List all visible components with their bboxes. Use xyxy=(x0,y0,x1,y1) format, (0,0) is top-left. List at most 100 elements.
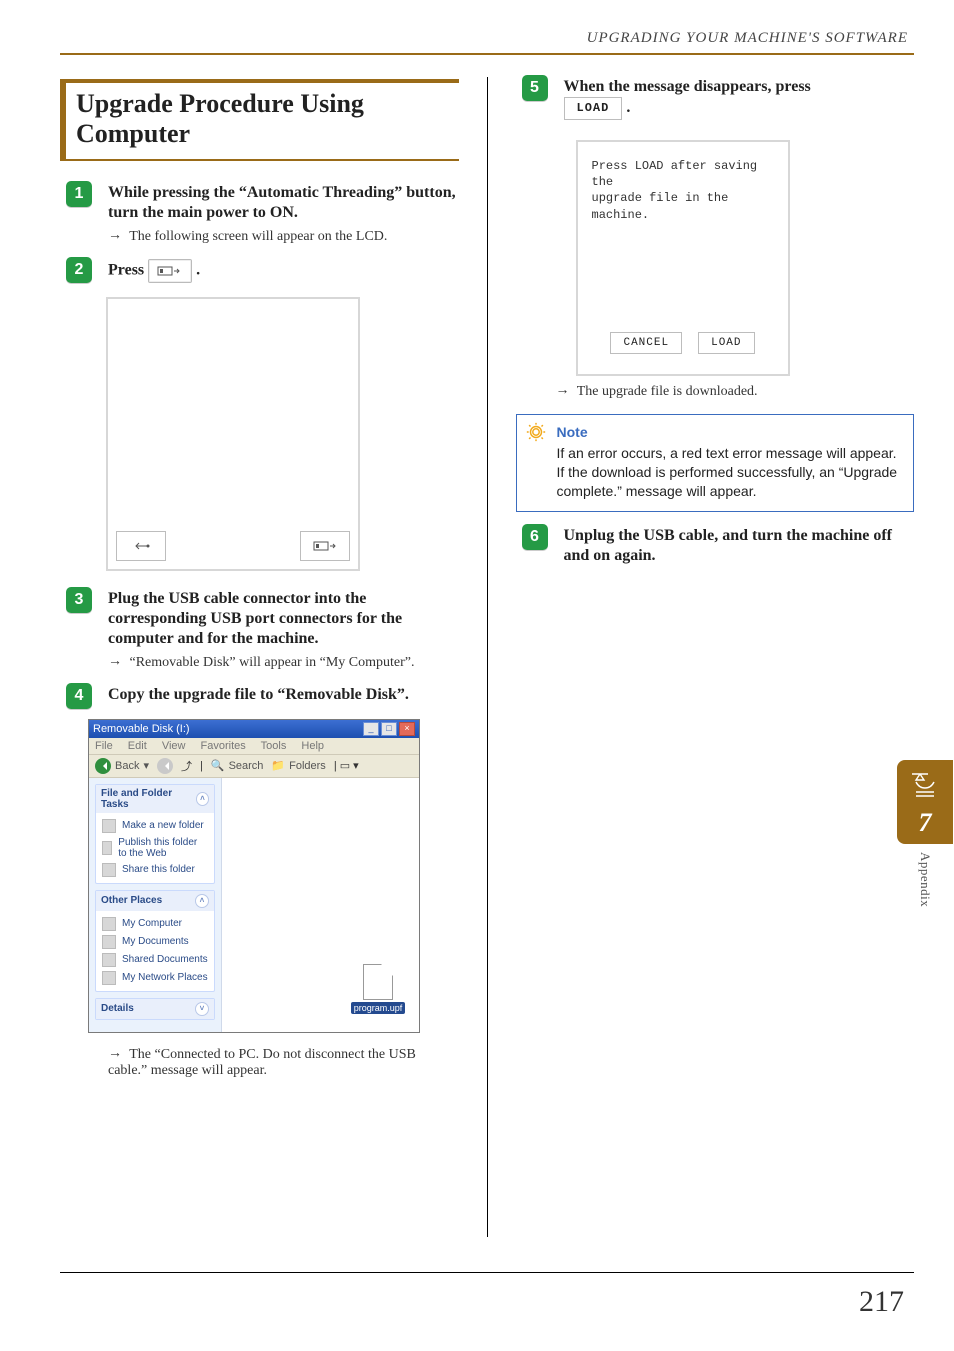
section-title: Upgrade Procedure Using Computer xyxy=(76,89,459,149)
note-body: If an error occurs, a red text error mes… xyxy=(557,444,904,501)
menu-item: View xyxy=(162,740,186,752)
step-5-result-block: → The upgrade file is downloaded. xyxy=(516,384,915,400)
menu-item: Edit xyxy=(128,740,147,752)
step-4-result-text: The “Connected to PC. Do not disconnect … xyxy=(108,1047,416,1078)
result-arrow-icon: → xyxy=(108,1046,122,1062)
upgrade-file-icon: program.upf xyxy=(355,964,401,1014)
place-item: My Documents xyxy=(102,933,208,951)
task-item: Make a new folder xyxy=(102,817,208,835)
place-item: Shared Documents xyxy=(102,951,208,969)
step-number-badge: 6 xyxy=(522,524,548,550)
explorer-toolbar: Back ▾ ⤴ | 🔍 Search 📁 Folders | ▭ ▾ xyxy=(89,755,419,778)
computer-icon xyxy=(102,917,116,931)
file-label: program.upf xyxy=(351,1002,406,1014)
explorer-content: program.upf xyxy=(222,778,419,1032)
step-4: 4 Copy the upgrade file to “Removable Di… xyxy=(60,685,459,705)
share-icon xyxy=(102,863,116,877)
footer-rule xyxy=(60,1272,914,1274)
tasks-title: File and Folder Tasks xyxy=(101,788,196,810)
tasks-title: Details xyxy=(101,1003,134,1014)
page-number: 217 xyxy=(859,1285,904,1319)
forward-icon xyxy=(157,758,173,774)
step-3: 3 Plug the USB cable connector into the … xyxy=(60,589,459,671)
result-arrow-icon: → xyxy=(108,654,122,670)
step-1-title: While pressing the “Automatic Threading”… xyxy=(108,183,459,223)
minimize-icon: _ xyxy=(363,722,379,736)
up-icon: ⤴ xyxy=(181,758,192,774)
step-4-result: → The “Connected to PC. Do not disconnec… xyxy=(108,1047,459,1079)
step-number-badge: 2 xyxy=(66,257,92,283)
back-button: Back ▾ xyxy=(95,758,149,774)
lcd-screenshot-load: Press LOAD after saving the upgrade file… xyxy=(576,140,790,376)
note-box: Note If an error occurs, a red text erro… xyxy=(516,414,915,512)
menu-item: File xyxy=(95,740,113,752)
step-number-badge: 3 xyxy=(66,587,92,613)
step-number-badge: 5 xyxy=(522,75,548,101)
step-4-result-block: → The “Connected to PC. Do not disconnec… xyxy=(60,1047,459,1079)
task-item: Publish this folder to the Web xyxy=(102,835,208,861)
note-title: Note xyxy=(557,423,904,442)
folders-button: 📁 Folders xyxy=(271,759,325,772)
back-icon xyxy=(95,758,111,774)
menu-item: Help xyxy=(301,740,324,752)
header-rule xyxy=(60,53,914,55)
step-2-suffix: . xyxy=(196,261,200,278)
lcd-load-button-icon: LOAD xyxy=(564,97,623,120)
explorer-menubar: File Edit View Favorites Tools Help xyxy=(89,738,419,755)
collapse-icon: ˄ xyxy=(196,792,209,806)
explorer-window: Removable Disk (I:) _ □ × File Edit View… xyxy=(88,719,420,1033)
step-5-suffix: . xyxy=(626,99,630,116)
shared-icon xyxy=(102,953,116,967)
step-number-badge: 1 xyxy=(66,181,92,207)
result-arrow-icon: → xyxy=(556,383,570,399)
step-5: 5 When the message disappears, press LOA… xyxy=(516,77,915,120)
task-item: Share this folder xyxy=(102,861,208,879)
search-button: 🔍 Search xyxy=(211,759,264,772)
appendix-badge-embroidery-icon xyxy=(906,768,944,806)
step-1: 1 While pressing the “Automatic Threadin… xyxy=(60,183,459,245)
close-icon: × xyxy=(399,722,415,736)
running-header: UPGRADING YOUR MACHINE'S SOFTWARE xyxy=(60,30,908,47)
lcd-usb-icon xyxy=(300,531,350,561)
step-3-result: → “Removable Disk” will appear in “My Co… xyxy=(108,655,459,671)
appendix-chapter-number: 7 xyxy=(919,808,932,838)
maximize-icon: □ xyxy=(381,722,397,736)
tasks-title: Other Places xyxy=(101,895,162,906)
lcd-load-button: LOAD xyxy=(698,332,754,354)
step-2-prefix: Press xyxy=(108,261,144,278)
step-6-title: Unplug the USB cable, and turn the machi… xyxy=(564,526,915,566)
expand-icon: ˅ xyxy=(195,1002,209,1016)
explorer-title: Removable Disk (I:) xyxy=(93,723,190,735)
place-item: My Network Places xyxy=(102,969,208,987)
explorer-titlebar: Removable Disk (I:) _ □ × xyxy=(89,720,419,738)
place-item: My Computer xyxy=(102,915,208,933)
appendix-label: Appendix xyxy=(917,852,933,907)
documents-icon xyxy=(102,935,116,949)
step-5-result: → The upgrade file is downloaded. xyxy=(556,384,915,400)
step-number-badge: 4 xyxy=(66,683,92,709)
lcd-cancel-button: CANCEL xyxy=(610,332,682,354)
step-1-result-text: The following screen will appear on the … xyxy=(129,229,387,244)
step-5-result-text: The upgrade file is downloaded. xyxy=(577,384,758,399)
step-2: 2 Press . xyxy=(60,259,459,283)
step-3-title: Plug the USB cable connector into the co… xyxy=(108,589,459,649)
lcd-msg-line: Press LOAD after saving the xyxy=(592,158,774,190)
step-1-result: → The following screen will appear on th… xyxy=(108,229,459,245)
lcd-msg-line: machine. xyxy=(592,207,774,223)
appendix-side-tab: 7 Appendix xyxy=(896,760,954,907)
lcd-usb-button-icon xyxy=(148,259,192,283)
step-2-title: Press . xyxy=(108,259,459,283)
step-5-prefix: When the message disappears, press xyxy=(564,78,811,95)
lcd-back-icon xyxy=(116,531,166,561)
step-6: 6 Unplug the USB cable, and turn the mac… xyxy=(516,526,915,566)
step-3-result-text: “Removable Disk” will appear in “My Comp… xyxy=(130,655,415,670)
collapse-icon: ˄ xyxy=(195,894,209,908)
folder-icon xyxy=(102,819,116,833)
globe-icon xyxy=(102,841,112,855)
network-icon xyxy=(102,971,116,985)
column-separator xyxy=(487,77,488,1237)
menu-item: Tools xyxy=(261,740,287,752)
result-arrow-icon: → xyxy=(108,228,122,244)
step-5-title: When the message disappears, press LOAD … xyxy=(564,77,915,120)
lcd-screenshot-blank xyxy=(106,297,360,571)
